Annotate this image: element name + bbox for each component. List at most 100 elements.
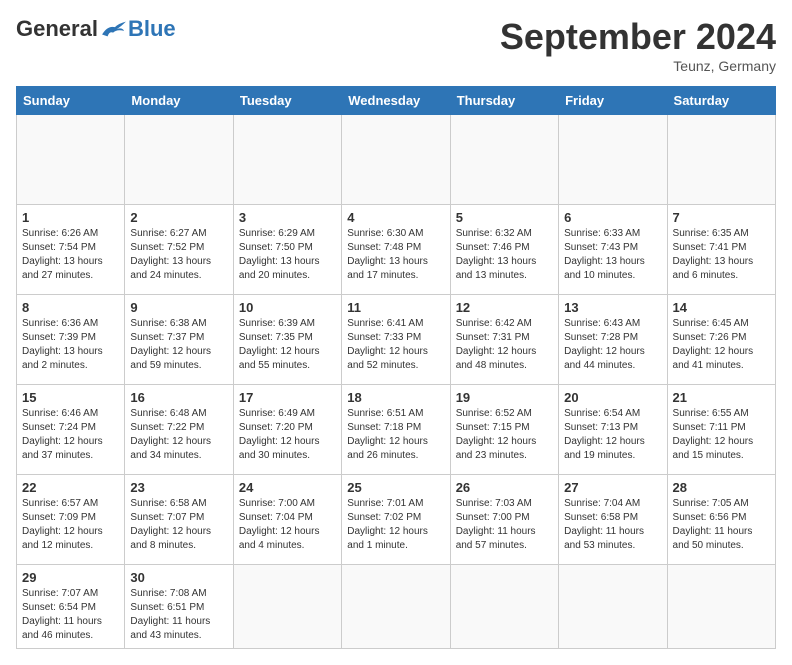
cell-info: Sunrise: 6:58 AM Sunset: 7:07 PM Dayligh… [130, 497, 227, 553]
calendar-cell: 4 Sunrise: 6:30 AM Sunset: 7:48 PM Daylig… [342, 205, 450, 295]
day-number: 24 [239, 480, 336, 495]
calendar-cell: 2 Sunrise: 6:27 AM Sunset: 7:52 PM Daylig… [125, 205, 233, 295]
day-number: 16 [130, 390, 227, 405]
day-number: 27 [564, 480, 661, 495]
header-cell-sunday: Sunday [17, 87, 125, 115]
day-number: 22 [22, 480, 119, 495]
calendar-cell [450, 115, 558, 205]
day-number: 4 [347, 210, 444, 225]
calendar-cell: 14 Sunrise: 6:45 AM Sunset: 7:26 PM Dayli… [667, 295, 775, 385]
logo-general-text: General [16, 16, 98, 42]
cell-info: Sunrise: 6:41 AM Sunset: 7:33 PM Dayligh… [347, 317, 444, 373]
calendar-week-row: 8 Sunrise: 6:36 AM Sunset: 7:39 PM Daylig… [17, 295, 776, 385]
day-number: 15 [22, 390, 119, 405]
calendar-cell [125, 115, 233, 205]
day-number: 13 [564, 300, 661, 315]
calendar-cell: 26Sunrise: 7:03 AM Sunset: 7:00 PM Dayli… [450, 475, 558, 565]
day-number: 20 [564, 390, 661, 405]
calendar-week-row: 22 Sunrise: 6:57 AM Sunset: 7:09 PM Dayli… [17, 475, 776, 565]
cell-info: Sunrise: 6:54 AM Sunset: 7:13 PM Dayligh… [564, 407, 661, 463]
cell-info: Sunrise: 6:32 AM Sunset: 7:46 PM Dayligh… [456, 227, 553, 283]
calendar-cell: 15 Sunrise: 6:46 AM Sunset: 7:24 PM Dayli… [17, 385, 125, 475]
calendar-cell [233, 115, 341, 205]
cell-info: Sunrise: 6:42 AM Sunset: 7:31 PM Dayligh… [456, 317, 553, 373]
cell-info: Sunrise: 6:35 AM Sunset: 7:41 PM Dayligh… [673, 227, 770, 283]
calendar-cell [450, 565, 558, 649]
calendar-cell: 17 Sunrise: 6:49 AM Sunset: 7:20 PM Dayli… [233, 385, 341, 475]
day-number: 30 [130, 570, 227, 585]
calendar-cell: 19Sunrise: 6:52 AM Sunset: 7:15 PM Dayli… [450, 385, 558, 475]
cell-info: Sunrise: 6:29 AM Sunset: 7:50 PM Dayligh… [239, 227, 336, 283]
header-cell-saturday: Saturday [667, 87, 775, 115]
day-number: 6 [564, 210, 661, 225]
calendar-cell: 18Sunrise: 6:51 AM Sunset: 7:18 PM Dayli… [342, 385, 450, 475]
cell-info: Sunrise: 7:00 AM Sunset: 7:04 PM Dayligh… [239, 497, 336, 553]
calendar-cell: 1 Sunrise: 6:26 AM Sunset: 7:54 PM Daylig… [17, 205, 125, 295]
calendar-cell: 29 Sunrise: 7:07 AM Sunset: 6:54 PM Dayli… [17, 565, 125, 649]
calendar-week-row: 1 Sunrise: 6:26 AM Sunset: 7:54 PM Daylig… [17, 205, 776, 295]
cell-info: Sunrise: 6:30 AM Sunset: 7:48 PM Dayligh… [347, 227, 444, 283]
cell-info: Sunrise: 6:48 AM Sunset: 7:22 PM Dayligh… [130, 407, 227, 463]
day-number: 1 [22, 210, 119, 225]
calendar-cell: 24 Sunrise: 7:00 AM Sunset: 7:04 PM Dayli… [233, 475, 341, 565]
calendar-cell [342, 565, 450, 649]
cell-info: Sunrise: 6:45 AM Sunset: 7:26 PM Dayligh… [673, 317, 770, 373]
calendar-cell: 9 Sunrise: 6:38 AM Sunset: 7:37 PM Daylig… [125, 295, 233, 385]
calendar-cell: 6Sunrise: 6:33 AM Sunset: 7:43 PM Daylig… [559, 205, 667, 295]
day-number: 7 [673, 210, 770, 225]
calendar-week-row: 29 Sunrise: 7:07 AM Sunset: 6:54 PM Dayli… [17, 565, 776, 649]
calendar-header-row: SundayMondayTuesdayWednesdayThursdayFrid… [17, 87, 776, 115]
cell-info: Sunrise: 7:04 AM Sunset: 6:58 PM Dayligh… [564, 497, 661, 553]
day-number: 29 [22, 570, 119, 585]
calendar-cell: 28Sunrise: 7:05 AM Sunset: 6:56 PM Dayli… [667, 475, 775, 565]
day-number: 11 [347, 300, 444, 315]
cell-info: Sunrise: 6:46 AM Sunset: 7:24 PM Dayligh… [22, 407, 119, 463]
day-number: 9 [130, 300, 227, 315]
calendar-cell: 8 Sunrise: 6:36 AM Sunset: 7:39 PM Daylig… [17, 295, 125, 385]
day-number: 25 [347, 480, 444, 495]
calendar-cell: 30 Sunrise: 7:08 AM Sunset: 6:51 PM Dayli… [125, 565, 233, 649]
cell-info: Sunrise: 7:08 AM Sunset: 6:51 PM Dayligh… [130, 587, 227, 643]
day-number: 19 [456, 390, 553, 405]
calendar-cell [559, 565, 667, 649]
calendar-table: SundayMondayTuesdayWednesdayThursdayFrid… [16, 86, 776, 649]
calendar-cell: 20 Sunrise: 6:54 AM Sunset: 7:13 PM Dayli… [559, 385, 667, 475]
header-cell-tuesday: Tuesday [233, 87, 341, 115]
cell-info: Sunrise: 6:39 AM Sunset: 7:35 PM Dayligh… [239, 317, 336, 373]
header-cell-thursday: Thursday [450, 87, 558, 115]
calendar-cell: 12 Sunrise: 6:42 AM Sunset: 7:31 PM Dayli… [450, 295, 558, 385]
day-number: 21 [673, 390, 770, 405]
logo-blue-text: Blue [128, 16, 176, 42]
calendar-cell: 10Sunrise: 6:39 AM Sunset: 7:35 PM Dayli… [233, 295, 341, 385]
header-cell-friday: Friday [559, 87, 667, 115]
day-number: 5 [456, 210, 553, 225]
logo: General Blue [16, 16, 176, 42]
day-number: 3 [239, 210, 336, 225]
cell-info: Sunrise: 6:27 AM Sunset: 7:52 PM Dayligh… [130, 227, 227, 283]
calendar-cell: 23Sunrise: 6:58 AM Sunset: 7:07 PM Dayli… [125, 475, 233, 565]
calendar-cell [559, 115, 667, 205]
cell-info: Sunrise: 6:26 AM Sunset: 7:54 PM Dayligh… [22, 227, 119, 283]
day-number: 17 [239, 390, 336, 405]
calendar-week-row [17, 115, 776, 205]
cell-info: Sunrise: 6:49 AM Sunset: 7:20 PM Dayligh… [239, 407, 336, 463]
day-number: 12 [456, 300, 553, 315]
cell-info: Sunrise: 6:57 AM Sunset: 7:09 PM Dayligh… [22, 497, 119, 553]
cell-info: Sunrise: 7:07 AM Sunset: 6:54 PM Dayligh… [22, 587, 119, 643]
calendar-cell [342, 115, 450, 205]
day-number: 14 [673, 300, 770, 315]
day-number: 8 [22, 300, 119, 315]
logo-bird-icon [100, 18, 128, 40]
day-number: 26 [456, 480, 553, 495]
calendar-cell: 7 Sunrise: 6:35 AM Sunset: 7:41 PM Daylig… [667, 205, 775, 295]
cell-info: Sunrise: 6:51 AM Sunset: 7:18 PM Dayligh… [347, 407, 444, 463]
page-header: General Blue September 2024 Teunz, Germa… [16, 16, 776, 74]
day-number: 2 [130, 210, 227, 225]
header-cell-monday: Monday [125, 87, 233, 115]
cell-info: Sunrise: 6:36 AM Sunset: 7:39 PM Dayligh… [22, 317, 119, 373]
calendar-cell [667, 565, 775, 649]
calendar-cell [17, 115, 125, 205]
cell-info: Sunrise: 6:38 AM Sunset: 7:37 PM Dayligh… [130, 317, 227, 373]
calendar-cell: 3 Sunrise: 6:29 AM Sunset: 7:50 PM Daylig… [233, 205, 341, 295]
month-title: September 2024 [500, 16, 776, 58]
